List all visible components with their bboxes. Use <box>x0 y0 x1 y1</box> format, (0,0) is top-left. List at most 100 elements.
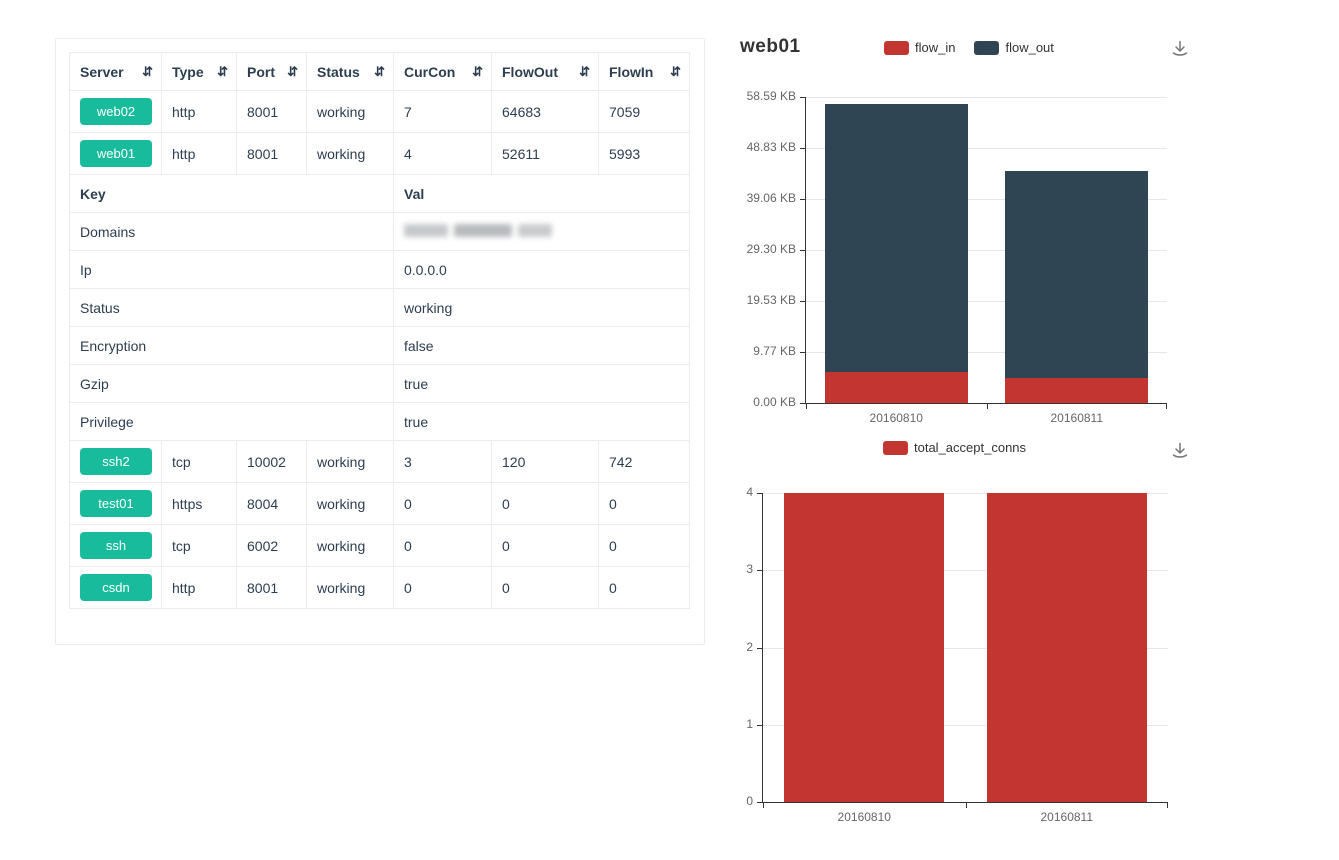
column-header-status[interactable]: Status ⇵ <box>307 53 394 91</box>
y-axis-tick <box>757 493 763 494</box>
y-tick-label: 3 <box>746 562 753 576</box>
legend-swatch-icon <box>884 41 909 55</box>
x-tick-label: 20160811 <box>966 810 1169 824</box>
table-header-row: Server⇵ Type⇵ Port ⇵ Status ⇵ CurCon ⇵ Flow… <box>70 53 690 91</box>
sort-arrows-icon[interactable]: ⇵ <box>472 64 481 80</box>
cell-status: working <box>307 567 394 609</box>
y-axis-tick <box>800 250 806 251</box>
column-header-label: Port <box>247 64 275 80</box>
server-button-csdn[interactable]: csdn <box>80 574 152 601</box>
server-button-web02[interactable]: web02 <box>80 98 152 125</box>
cell-flowin: 0 <box>599 525 690 567</box>
cell-flowout: 120 <box>492 441 599 483</box>
legend-item-flow-out[interactable]: flow_out <box>974 40 1053 55</box>
column-header-port[interactable]: Port ⇵ <box>237 53 307 91</box>
table-row: web02 http 8001 working 7 64683 7059 <box>70 91 690 133</box>
server-table: Server⇵ Type⇵ Port ⇵ Status ⇵ CurCon ⇵ Flow… <box>69 52 690 609</box>
bar-segment-flow_out <box>825 104 968 372</box>
server-button-ssh2[interactable]: ssh2 <box>80 448 152 475</box>
cell-curcon: 0 <box>394 567 492 609</box>
cell-flowout: 0 <box>492 567 599 609</box>
sort-arrows-icon[interactable]: ⇵ <box>670 64 679 80</box>
y-axis-tick <box>800 352 806 353</box>
kv-key: Status <box>70 289 394 327</box>
column-header-curcon[interactable]: CurCon ⇵ <box>394 53 492 91</box>
cell-flowin: 5993 <box>599 133 690 175</box>
table-row: csdn http 8001 working 0 0 0 <box>70 567 690 609</box>
cell-flowin: 742 <box>599 441 690 483</box>
table-row: ssh tcp 6002 working 0 0 0 <box>70 525 690 567</box>
sort-arrows-icon[interactable]: ⇵ <box>142 64 151 80</box>
cell-type: tcp <box>162 441 237 483</box>
sort-arrows-icon[interactable]: ⇵ <box>374 64 383 80</box>
conns-chart-legend: total_accept_conns <box>883 440 1026 455</box>
bar-segment-flow_in <box>825 372 968 403</box>
cell-flowout: 52611 <box>492 133 599 175</box>
kv-value: working <box>394 289 690 327</box>
x-axis-tick <box>1167 802 1168 808</box>
cell-flowout: 0 <box>492 483 599 525</box>
sort-arrows-icon[interactable]: ⇵ <box>579 64 588 80</box>
cell-flowin: 7059 <box>599 91 690 133</box>
cell-port: 6002 <box>237 525 307 567</box>
server-button-ssh[interactable]: ssh <box>80 532 152 559</box>
cell-type: http <box>162 133 237 175</box>
chart-title: web01 <box>740 36 801 58</box>
kv-header-row: Key Val <box>70 175 690 213</box>
kv-value: false <box>394 327 690 365</box>
cell-curcon: 7 <box>394 91 492 133</box>
x-tick-label: 20160811 <box>987 411 1168 425</box>
x-tick-label: 20160810 <box>806 411 987 425</box>
x-axis-tick <box>763 802 764 808</box>
y-tick-label: 58.59 KB <box>747 89 796 103</box>
cell-flowin: 0 <box>599 567 690 609</box>
cell-type: http <box>162 91 237 133</box>
y-axis-tick <box>800 301 806 302</box>
legend-item-flow-in[interactable]: flow_in <box>884 40 955 55</box>
server-button-web01[interactable]: web01 <box>80 140 152 167</box>
kv-val-header: Val <box>394 175 690 213</box>
cell-port: 8001 <box>237 91 307 133</box>
kv-row-domains: Domains <box>70 213 690 251</box>
column-header-flowout[interactable]: FlowOut ⇵ <box>492 53 599 91</box>
column-header-server[interactable]: Server⇵ <box>70 53 162 91</box>
kv-value: 0.0.0.0 <box>394 251 690 289</box>
save-as-image-icon[interactable] <box>1170 441 1190 461</box>
y-tick-label: 2 <box>746 640 753 654</box>
column-header-label: CurCon <box>404 64 455 80</box>
kv-key: Privilege <box>70 403 394 441</box>
x-tick-label: 20160810 <box>763 810 966 824</box>
sort-arrows-icon[interactable]: ⇵ <box>217 64 226 80</box>
legend-label: flow_in <box>915 40 955 55</box>
kv-row-status: Status working <box>70 289 690 327</box>
cell-port: 8001 <box>237 133 307 175</box>
cell-flowin: 0 <box>599 483 690 525</box>
cell-flowout: 0 <box>492 525 599 567</box>
column-header-label: Status <box>317 64 360 80</box>
server-button-test01[interactable]: test01 <box>80 490 152 517</box>
column-header-label: FlowOut <box>502 64 558 80</box>
cell-curcon: 3 <box>394 441 492 483</box>
x-axis-tick <box>806 403 807 409</box>
bar-segment-total_accept_conns <box>987 493 1147 802</box>
cell-curcon: 4 <box>394 133 492 175</box>
bar-segment-total_accept_conns <box>784 493 944 802</box>
y-tick-label: 39.06 KB <box>747 191 796 205</box>
y-tick-label: 4 <box>746 485 753 499</box>
cell-status: working <box>307 525 394 567</box>
sort-arrows-icon[interactable]: ⇵ <box>287 64 296 80</box>
x-axis-tick <box>987 403 988 409</box>
legend-item-total-accept-conns[interactable]: total_accept_conns <box>883 440 1026 455</box>
kv-key: Ip <box>70 251 394 289</box>
bar-segment-flow_out <box>1005 171 1148 378</box>
column-header-type[interactable]: Type⇵ <box>162 53 237 91</box>
save-as-image-icon[interactable] <box>1170 39 1190 59</box>
cell-curcon: 0 <box>394 483 492 525</box>
cell-status: working <box>307 483 394 525</box>
cell-port: 10002 <box>237 441 307 483</box>
cell-port: 8004 <box>237 483 307 525</box>
kv-key: Domains <box>70 213 394 251</box>
y-tick-label: 1 <box>746 717 753 731</box>
cell-status: working <box>307 133 394 175</box>
column-header-flowin[interactable]: FlowIn⇵ <box>599 53 690 91</box>
